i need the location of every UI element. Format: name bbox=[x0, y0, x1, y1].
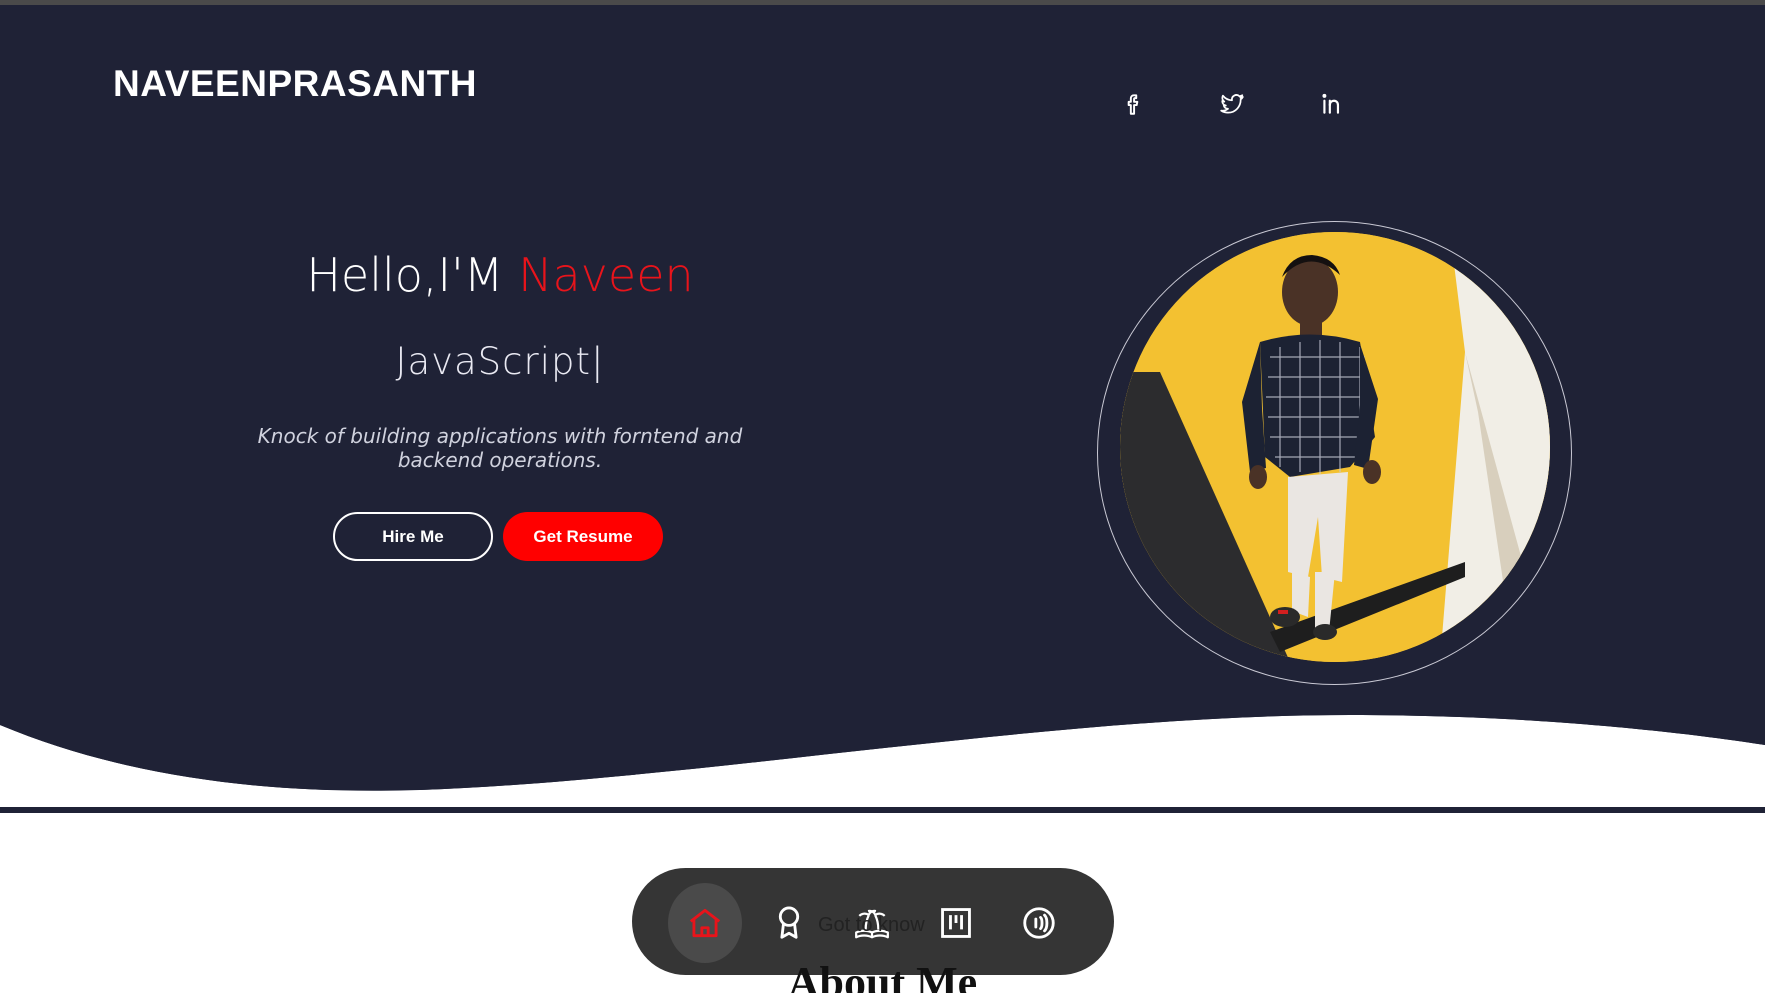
contact-signal-icon bbox=[1023, 907, 1055, 939]
hero-name: Naveen bbox=[518, 248, 694, 302]
twitter-link[interactable] bbox=[1216, 88, 1248, 120]
brand-logo[interactable]: NAVEENPRASANTH bbox=[113, 63, 477, 105]
dock-home-button[interactable] bbox=[668, 883, 742, 963]
twitter-icon bbox=[1220, 94, 1244, 114]
facebook-link[interactable] bbox=[1117, 88, 1149, 120]
section-divider bbox=[0, 807, 1765, 813]
get-resume-button[interactable]: Get Resume bbox=[503, 512, 663, 561]
linkedin-icon bbox=[1322, 93, 1340, 114]
dock-awards-button[interactable] bbox=[752, 883, 826, 963]
dock-projects-button[interactable] bbox=[919, 883, 993, 963]
section-title: About Me bbox=[787, 958, 978, 993]
dock-contact-button[interactable] bbox=[1002, 883, 1076, 963]
award-icon bbox=[778, 906, 800, 939]
hero-greeting: Hello,I'M Naveen bbox=[200, 248, 800, 302]
projects-board-icon bbox=[941, 908, 971, 938]
hero-wave bbox=[0, 690, 1765, 810]
hero-description: Knock of building applications with forn… bbox=[257, 424, 743, 472]
linkedin-link[interactable] bbox=[1316, 88, 1348, 120]
hire-me-button[interactable]: Hire Me bbox=[333, 512, 493, 561]
typed-role: JavaScript| bbox=[395, 340, 605, 383]
facebook-icon bbox=[1127, 94, 1139, 115]
home-icon bbox=[689, 908, 721, 938]
dock-tooltip: Got to know bbox=[818, 914, 925, 936]
profile-photo bbox=[1120, 232, 1550, 662]
greeting-text: Hello,I'M bbox=[306, 248, 504, 302]
